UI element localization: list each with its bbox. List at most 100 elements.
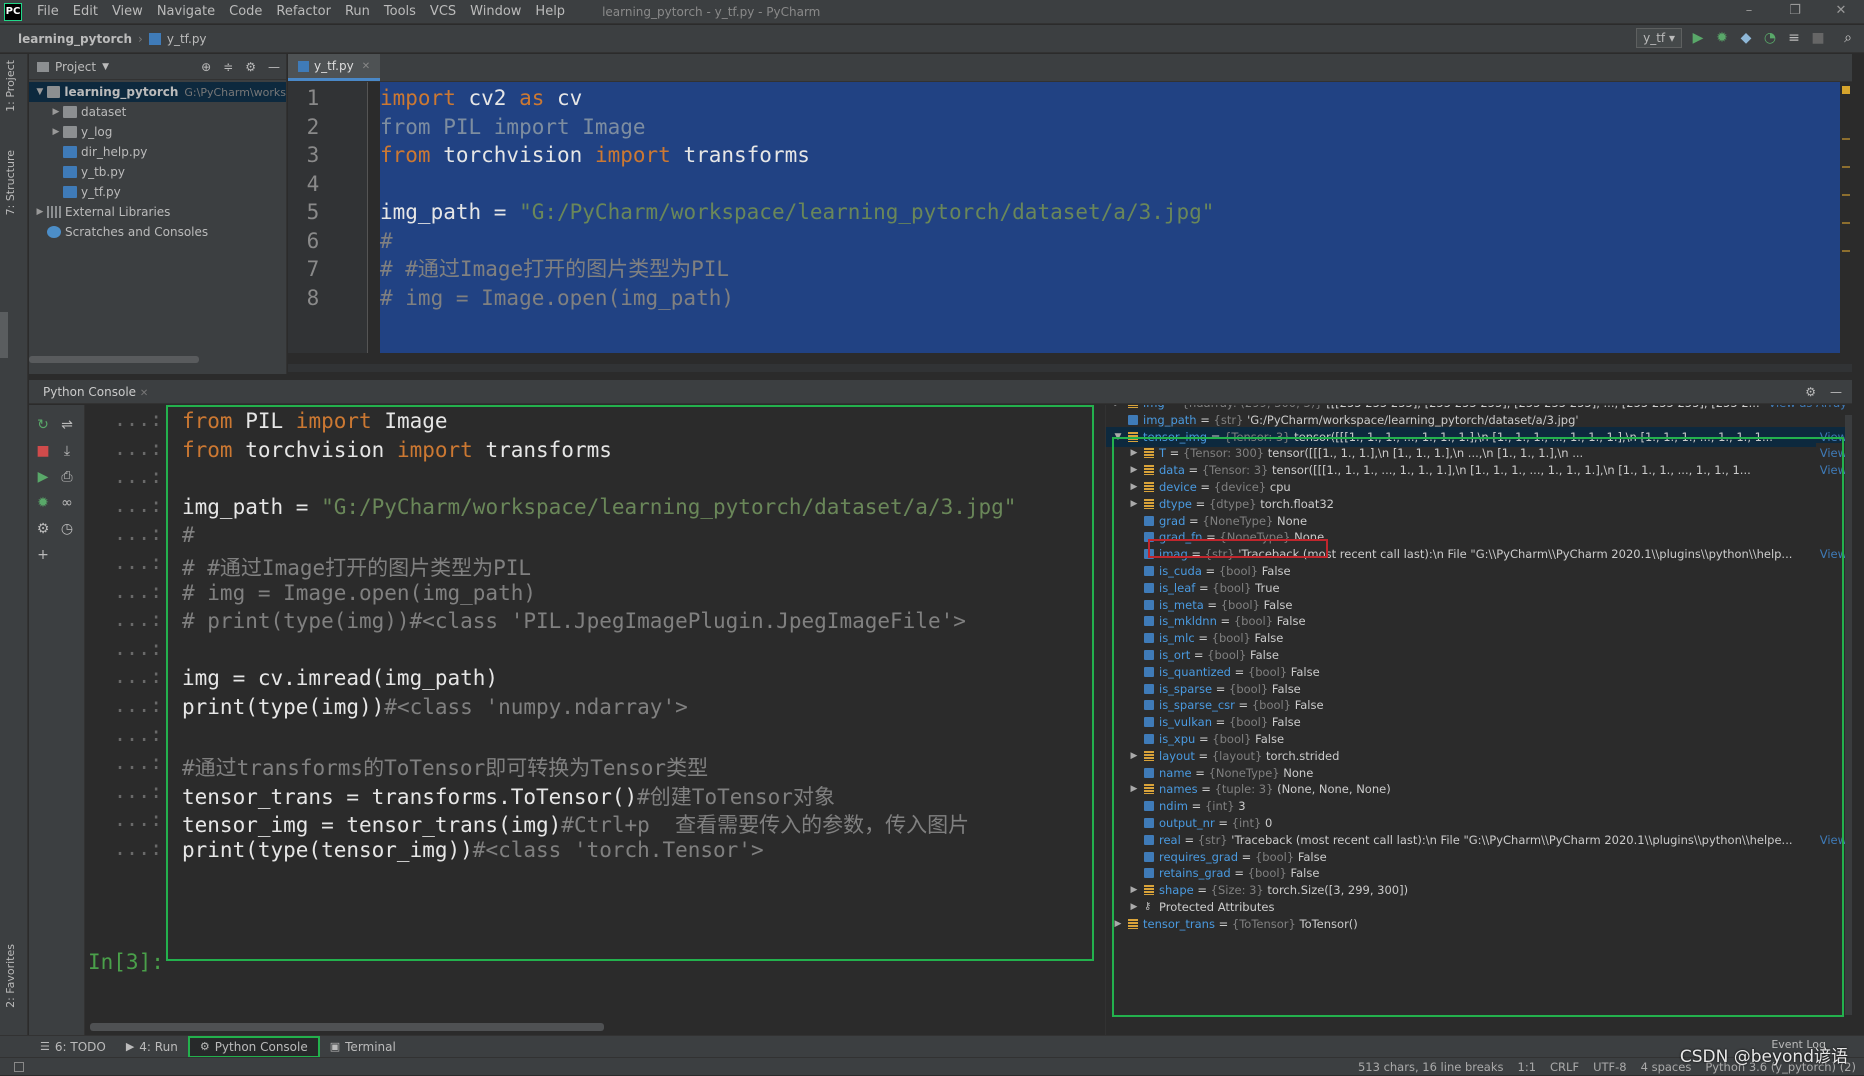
print-icon[interactable]: ⎙ — [59, 469, 75, 485]
search-icon[interactable]: ⌕ — [1840, 30, 1856, 46]
menu-tools[interactable]: Tools — [377, 4, 423, 19]
code-line[interactable]: from torchvision import transforms — [380, 138, 810, 172]
console-header-tools: ⚙ — — [1805, 385, 1852, 399]
structure-tool-tab[interactable]: 7: Structure — [4, 150, 17, 215]
code-line[interactable]: img_path = "G:/PyCharm/workspace/learnin… — [380, 195, 1214, 229]
code-selection-area[interactable]: import cv2 as cv from PIL import Image fro… — [380, 82, 1840, 353]
debug-console-icon[interactable]: ✹ — [35, 495, 51, 511]
minimize-button[interactable]: – — [1726, 0, 1772, 24]
new-console-icon[interactable]: + — [35, 547, 51, 563]
folder-icon — [63, 106, 77, 118]
execute-icon[interactable]: ▶ — [35, 469, 51, 485]
status-encoding[interactable]: UTF-8 — [1593, 1058, 1627, 1076]
code-token: import — [594, 143, 684, 167]
code-editor[interactable]: 1 2 3 4 5 6 7 8 import cv2 as cv from PIL import… — [288, 82, 1852, 353]
collapse-all-icon[interactable]: ≑ — [223, 60, 233, 74]
code-token: from — [380, 143, 444, 167]
grad-highlight — [1148, 539, 1328, 558]
menu-refactor[interactable]: Refactor — [269, 4, 338, 19]
python-file-icon — [298, 60, 309, 72]
chevron-right-icon[interactable]: ▶ — [49, 127, 63, 137]
menu-run[interactable]: Run — [338, 4, 377, 19]
continuation-prompt: ...: — [114, 464, 163, 489]
show-variables-icon[interactable]: ∞ — [59, 495, 75, 511]
console-line: print(type(tensor_img))#<class 'torch.Te… — [182, 838, 764, 862]
status-caret-position[interactable]: 1:1 — [1518, 1058, 1537, 1076]
console-toolbar: ↻ ⇌ ■ ⤓ ▶ ⎙ ✹ ∞ ⚙ ◷ + — [29, 405, 85, 1035]
editor-hscroll[interactable] — [288, 364, 1852, 372]
run-icon[interactable]: ▶ — [1690, 30, 1706, 46]
hide-panel-icon[interactable]: — — [1830, 385, 1842, 399]
menu-file[interactable]: File — [30, 4, 66, 19]
status-line-separator[interactable]: CRLF — [1550, 1058, 1579, 1076]
soft-wrap-icon[interactable]: ⇌ — [59, 417, 75, 433]
bottom-tab-python-console[interactable]: ⚙ Python Console — [187, 1035, 320, 1058]
chevron-down-icon[interactable]: ▼ — [33, 87, 47, 97]
history-icon[interactable]: ◷ — [59, 521, 75, 537]
tree-item[interactable]: dir_help.py — [29, 142, 286, 162]
menu-window[interactable]: Window — [463, 4, 528, 19]
menu-view[interactable]: View — [105, 4, 150, 19]
gear-icon[interactable]: ⚙ — [245, 60, 256, 74]
stop-icon[interactable]: ■ — [35, 443, 51, 459]
stop-icon[interactable]: ■ — [1810, 30, 1826, 46]
bottom-tab-terminal[interactable]: ▣ Terminal — [320, 1036, 406, 1058]
tree-item[interactable]: ▶ dataset — [29, 102, 286, 122]
variables-vscroll[interactable] — [1845, 415, 1852, 1015]
close-tab-icon[interactable]: ✕ — [362, 61, 370, 72]
code-line[interactable]: # img = Image.open(img_path) — [380, 281, 734, 315]
code-token: transforms — [683, 143, 810, 167]
rerun-icon[interactable]: ↻ — [35, 417, 51, 433]
library-icon — [47, 206, 61, 218]
tree-item[interactable]: ▼ learning_pytorch G:\PyCharm\works — [29, 82, 286, 102]
coverage-icon[interactable]: ◆ — [1738, 30, 1754, 46]
run-configuration-select[interactable]: y_tf ▾ — [1636, 28, 1682, 48]
settings-icon[interactable]: ⚙ — [35, 521, 51, 537]
restore-button[interactable]: ❐ — [1772, 0, 1818, 24]
tree-item[interactable]: ▶ y_log — [29, 122, 286, 142]
status-toggle-icon[interactable] — [14, 1062, 24, 1072]
scroll-to-end-icon[interactable]: ⤓ — [59, 443, 75, 459]
locate-file-icon[interactable]: ⊕ — [201, 60, 211, 74]
console-line: tensor_img = tensor_trans(img)#Ctrl+p 查看… — [182, 809, 969, 839]
tree-item[interactable]: y_tf.py — [29, 182, 286, 202]
project-hscroll[interactable] — [29, 356, 199, 363]
code-token: cv2 — [468, 86, 520, 110]
console-tab[interactable]: Python Console ✕ — [29, 385, 162, 399]
chevron-right-icon[interactable]: ▶ — [49, 107, 63, 117]
menu-bar: PC File Edit View Navigate Code Refactor Run To… — [0, 0, 1864, 24]
gear-icon[interactable]: ⚙ — [1805, 385, 1816, 399]
menu-code[interactable]: Code — [222, 4, 269, 19]
debug-icon[interactable]: ✹ — [1714, 30, 1730, 46]
chevron-down-icon[interactable]: ▼ — [102, 62, 109, 72]
close-console-icon[interactable]: ✕ — [140, 388, 148, 399]
concurrency-icon[interactable]: ≡ — [1786, 30, 1802, 46]
code-token: PIL — [245, 409, 296, 433]
menu-help[interactable]: Help — [528, 4, 572, 19]
tree-item[interactable]: ▶ External Libraries — [29, 202, 286, 222]
console-hscroll[interactable] — [90, 1023, 604, 1031]
bottom-tab--run[interactable]: ▶ 4: Run — [116, 1036, 188, 1058]
project-view-select[interactable]: Project — [55, 60, 96, 74]
error-stripe — [1840, 82, 1852, 353]
editor-tab-y-tf[interactable]: y_tf.py ✕ — [288, 54, 381, 81]
variable-name: img_path — [1143, 412, 1197, 427]
close-button[interactable]: ✕ — [1818, 0, 1864, 24]
tree-item[interactable]: Scratches and Consoles — [29, 222, 286, 242]
chevron-right-icon[interactable]: ▶ — [33, 207, 47, 217]
hide-panel-icon[interactable]: — — [268, 60, 280, 74]
bottom-tab--todo[interactable]: ☰ 6: TODO — [30, 1036, 116, 1058]
breadcrumb-file[interactable]: y_tf.py — [161, 32, 213, 46]
tree-item-label: y_tb.py — [81, 165, 125, 179]
line-number: 7 — [306, 257, 320, 281]
tree-item[interactable]: y_tb.py — [29, 162, 286, 182]
breadcrumb-project[interactable]: learning_pytorch — [0, 32, 138, 46]
profile-icon[interactable]: ◔ — [1762, 30, 1778, 46]
menu-vcs[interactable]: VCS — [423, 4, 463, 19]
variables-panel: ▶img = {ndarray: (299, 300, 3)} [[[255 2… — [1105, 405, 1852, 1035]
menu-navigate[interactable]: Navigate — [150, 4, 222, 19]
project-tool-tab[interactable]: 1: Project — [4, 60, 17, 112]
menu-edit[interactable]: Edit — [66, 4, 105, 19]
favorites-tool-tab[interactable]: 2: Favorites — [4, 944, 17, 1008]
python-console[interactable]: ...:...:...:...:...:...:...:...:...:...:… — [86, 405, 1104, 1020]
